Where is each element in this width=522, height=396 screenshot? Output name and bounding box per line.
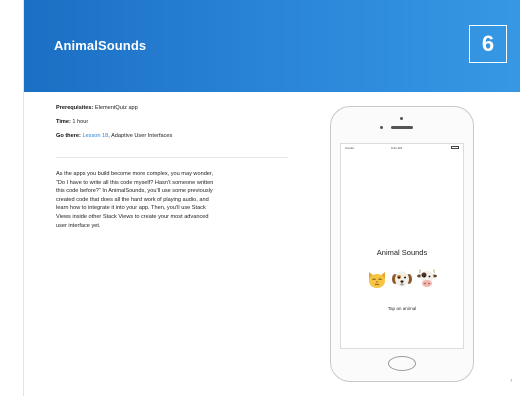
app-title-label: Animal Sounds: [376, 248, 428, 257]
prerequisites-value: ElementQuiz app: [94, 105, 138, 111]
description-line: created code that does all the hard work…: [56, 196, 209, 203]
description-line: “Do I have to write all this code myself…: [56, 179, 214, 186]
prerequisites-row: Prerequisites: ElementQuiz app: [56, 105, 306, 112]
chapter-title: AnimalSounds: [54, 38, 147, 53]
go-there-label: Go there:: [56, 133, 81, 139]
page-number: 7: [510, 378, 513, 383]
status-carrier: Carrier: [345, 146, 355, 150]
document-page: AnimalSounds 6 Prerequisites: ElementQui…: [23, 0, 520, 396]
lesson-description: As the apps you build become more comple…: [56, 170, 296, 230]
animal-buttons-stack: [341, 268, 463, 290]
chapter-header: AnimalSounds 6: [24, 0, 520, 92]
time-row: Time: 1 hour: [56, 119, 306, 126]
chapter-number-badge: 6: [469, 25, 507, 63]
dog-button[interactable]: [391, 268, 413, 290]
lesson-meta: Prerequisites: ElementQuiz app Time: 1 h…: [56, 105, 306, 147]
phone-screen: Carrier 9:41 AM Animal Sounds Tap an ani…: [340, 143, 464, 349]
phone-camera: [400, 117, 403, 120]
dog-face-icon: [392, 271, 412, 287]
time-value: 1 hour: [72, 119, 89, 125]
status-time: 9:41 AM: [391, 146, 403, 150]
cat-face-icon: [369, 272, 385, 288]
tap-instruction-label: Tap an animal: [387, 306, 417, 311]
lesson-link[interactable]: Lesson 18: [82, 133, 108, 139]
go-there-value: , Adaptive User Interfaces: [108, 133, 173, 139]
section-divider: [56, 157, 288, 158]
time-label: Time:: [56, 119, 71, 125]
description-line: As the apps you build become more comple…: [56, 171, 214, 177]
cow-face-icon: [417, 269, 437, 287]
prerequisites-label: Prerequisites:: [56, 105, 94, 111]
status-bar: Carrier 9:41 AM: [345, 146, 459, 151]
cow-button[interactable]: [416, 268, 438, 290]
iphone-mockup: Carrier 9:41 AM Animal Sounds Tap an ani…: [330, 106, 474, 382]
phone-sensor: [380, 126, 383, 129]
battery-icon: [451, 146, 459, 149]
description-line: Views inside other Stack Views to create…: [56, 213, 209, 220]
phone-speaker: [391, 126, 413, 129]
description-line: user interface yet.: [56, 222, 101, 229]
cat-button[interactable]: [366, 268, 388, 290]
home-button: [388, 356, 416, 371]
go-there-row: Go there: Lesson 18, Adaptive User Inter…: [56, 133, 306, 140]
description-line: learn how to integrate it into your app.…: [56, 205, 206, 212]
description-line: this code before?” In AnimalSounds, you’…: [56, 188, 213, 195]
